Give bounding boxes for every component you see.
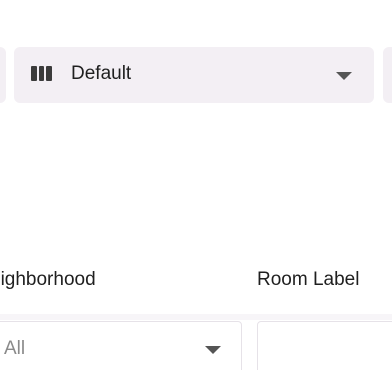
neighborhood-filter-select[interactable]: All (0, 321, 242, 370)
toolbar-button-partial-left[interactable] (0, 47, 6, 103)
neighborhood-filter-label: eighborhood (0, 269, 96, 290)
view-selector-dropdown[interactable]: Default (14, 47, 374, 103)
neighborhood-filter-value: All (4, 338, 26, 359)
filter-row-divider (0, 314, 392, 320)
filter-panel: Default eighborhood Room Label All (0, 0, 392, 370)
caret-down-icon (205, 346, 221, 354)
caret-down-icon (336, 72, 352, 80)
view-columns-icon (31, 66, 53, 81)
room-label-filter-label: Room Label (257, 269, 360, 290)
room-label-filter-input[interactable] (257, 321, 392, 370)
toolbar-button-partial-right[interactable] (383, 47, 392, 103)
view-selector-value: Default (71, 63, 132, 84)
